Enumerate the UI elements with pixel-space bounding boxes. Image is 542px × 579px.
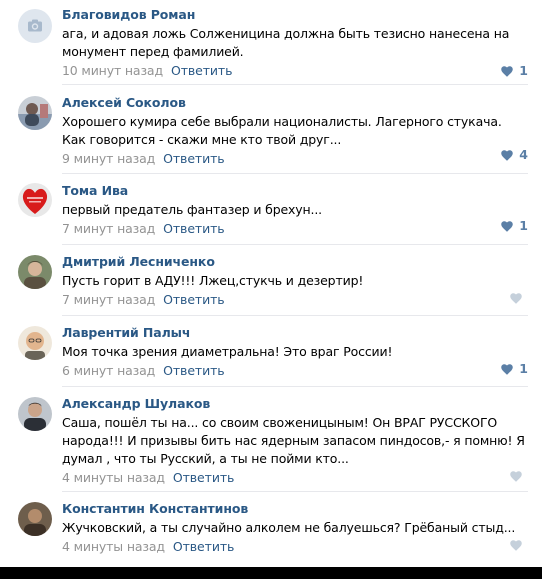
like-button[interactable] bbox=[510, 536, 528, 554]
like-button[interactable] bbox=[510, 467, 528, 485]
user-photo-icon bbox=[18, 96, 52, 130]
comment-divider bbox=[62, 84, 528, 85]
comment-body: Алексей Соколов Хорошего кумира себе выб… bbox=[62, 94, 528, 168]
comment-time[interactable]: 7 минут назад bbox=[62, 221, 155, 236]
like-button[interactable] bbox=[510, 289, 528, 307]
like-count: 4 bbox=[519, 147, 528, 162]
avatar-alexander-shulakov[interactable] bbox=[18, 397, 52, 431]
comment-meta: 4 минуты назад Ответить bbox=[62, 469, 528, 487]
user-photo-icon bbox=[18, 326, 52, 360]
comment-text: Моя точка зрения диаметральна! Это враг … bbox=[62, 344, 393, 359]
comment-text: Саша, пошёл ты на... со своим своженицын… bbox=[62, 415, 525, 466]
heart-icon bbox=[501, 363, 514, 375]
comment-time[interactable]: 6 минут назад bbox=[62, 363, 155, 378]
like-count: 1 bbox=[519, 63, 528, 78]
comment-body: Лаврентий Палыч Моя точка зрения диаметр… bbox=[62, 324, 528, 380]
avatar-alexey-sokolov[interactable] bbox=[18, 96, 52, 130]
comment-time[interactable]: 7 минут назад bbox=[62, 292, 155, 307]
reply-link[interactable]: Ответить bbox=[163, 363, 225, 378]
comment-author[interactable]: Константин Константинов bbox=[62, 500, 528, 517]
reply-link[interactable]: Ответить bbox=[163, 221, 225, 236]
reply-link[interactable]: Ответить bbox=[173, 470, 235, 485]
comment-author[interactable]: Алексей Соколов bbox=[62, 94, 528, 111]
comment-author[interactable]: Тома Ива bbox=[62, 182, 528, 199]
comment-text: Жучковский, а ты случайно алколем не бал… bbox=[62, 520, 516, 535]
comment-body: Константин Константинов Жучковский, а ты… bbox=[62, 500, 528, 556]
comment-divider bbox=[62, 491, 528, 492]
comment-meta: 9 минут назад Ответить bbox=[62, 150, 528, 168]
avatar-toma-iva[interactable] bbox=[18, 183, 52, 217]
comment-time[interactable]: 4 минуты назад bbox=[62, 470, 165, 485]
comment-meta: 7 минут назад Ответить bbox=[62, 220, 528, 238]
comment-body: Дмитрий Лесниченко Пусть горит в АДУ!!! … bbox=[62, 253, 528, 309]
comment-time[interactable]: 4 минуты назад bbox=[62, 539, 165, 554]
heart-icon bbox=[510, 470, 522, 482]
comment-divider bbox=[62, 173, 528, 174]
comment-text: Пусть горит в АДУ!!! Лжец,стукчь и дезер… bbox=[62, 273, 364, 288]
comment-time[interactable]: 10 минут назад bbox=[62, 63, 163, 78]
comment-divider bbox=[62, 386, 528, 387]
reply-link[interactable]: Ответить bbox=[163, 292, 225, 307]
reply-link[interactable]: Ответить bbox=[173, 539, 235, 554]
comment-meta: 10 минут назад Ответить bbox=[62, 62, 528, 80]
like-button[interactable]: 4 bbox=[501, 146, 528, 164]
comment-meta: 6 минут назад Ответить bbox=[62, 362, 528, 380]
comment-meta: 7 минут назад Ответить bbox=[62, 291, 528, 309]
heart-icon bbox=[510, 292, 522, 304]
avatar-camera-placeholder[interactable] bbox=[18, 9, 52, 43]
like-count: 1 bbox=[519, 361, 528, 376]
heart-icon bbox=[501, 220, 514, 232]
avatar-lavrenty-palych[interactable] bbox=[18, 326, 52, 360]
user-photo-icon bbox=[18, 502, 52, 536]
user-photo-icon bbox=[18, 255, 52, 289]
user-photo-icon bbox=[18, 397, 52, 431]
reply-link[interactable]: Ответить bbox=[171, 63, 233, 78]
bottom-bar bbox=[0, 567, 542, 579]
comment-body: Александр Шулаков Саша, пошёл ты на... с… bbox=[62, 395, 528, 487]
comment-author[interactable]: Александр Шулаков bbox=[62, 395, 528, 412]
like-count: 1 bbox=[519, 218, 528, 233]
comment-author[interactable]: Лаврентий Палыч bbox=[62, 324, 528, 341]
comment-text: Хорошего кумира себе выбрали националист… bbox=[62, 114, 502, 147]
like-button[interactable]: 1 bbox=[501, 217, 528, 235]
reply-link[interactable]: Ответить bbox=[163, 151, 225, 166]
comment-time[interactable]: 9 минут назад bbox=[62, 151, 155, 166]
heart-icon bbox=[501, 149, 514, 161]
comment-text: ага, и адовая ложь Солженицина должна бы… bbox=[62, 26, 510, 59]
heart-icon bbox=[510, 539, 522, 551]
heart-icon bbox=[501, 65, 514, 77]
comment-text: первый предатель фантазер и брехун... bbox=[62, 202, 323, 217]
comment-divider bbox=[62, 244, 528, 245]
like-button[interactable]: 1 bbox=[501, 360, 528, 378]
avatar-dmitry-lesnichenko[interactable] bbox=[18, 255, 52, 289]
camera-icon bbox=[18, 9, 52, 43]
comment-author[interactable]: Благовидов Роман bbox=[62, 6, 528, 23]
avatar-konstantin-konstantinov[interactable] bbox=[18, 502, 52, 536]
comment-body: Тома Ива первый предатель фантазер и бре… bbox=[62, 182, 528, 238]
comment-divider bbox=[62, 315, 528, 316]
user-photo-icon bbox=[18, 183, 52, 217]
comment-meta: 4 минуты назад Ответить bbox=[62, 538, 528, 556]
like-button[interactable]: 1 bbox=[501, 62, 528, 80]
comment-author[interactable]: Дмитрий Лесниченко bbox=[62, 253, 528, 270]
comment-body: Благовидов Роман ага, и адовая ложь Солж… bbox=[62, 6, 528, 80]
